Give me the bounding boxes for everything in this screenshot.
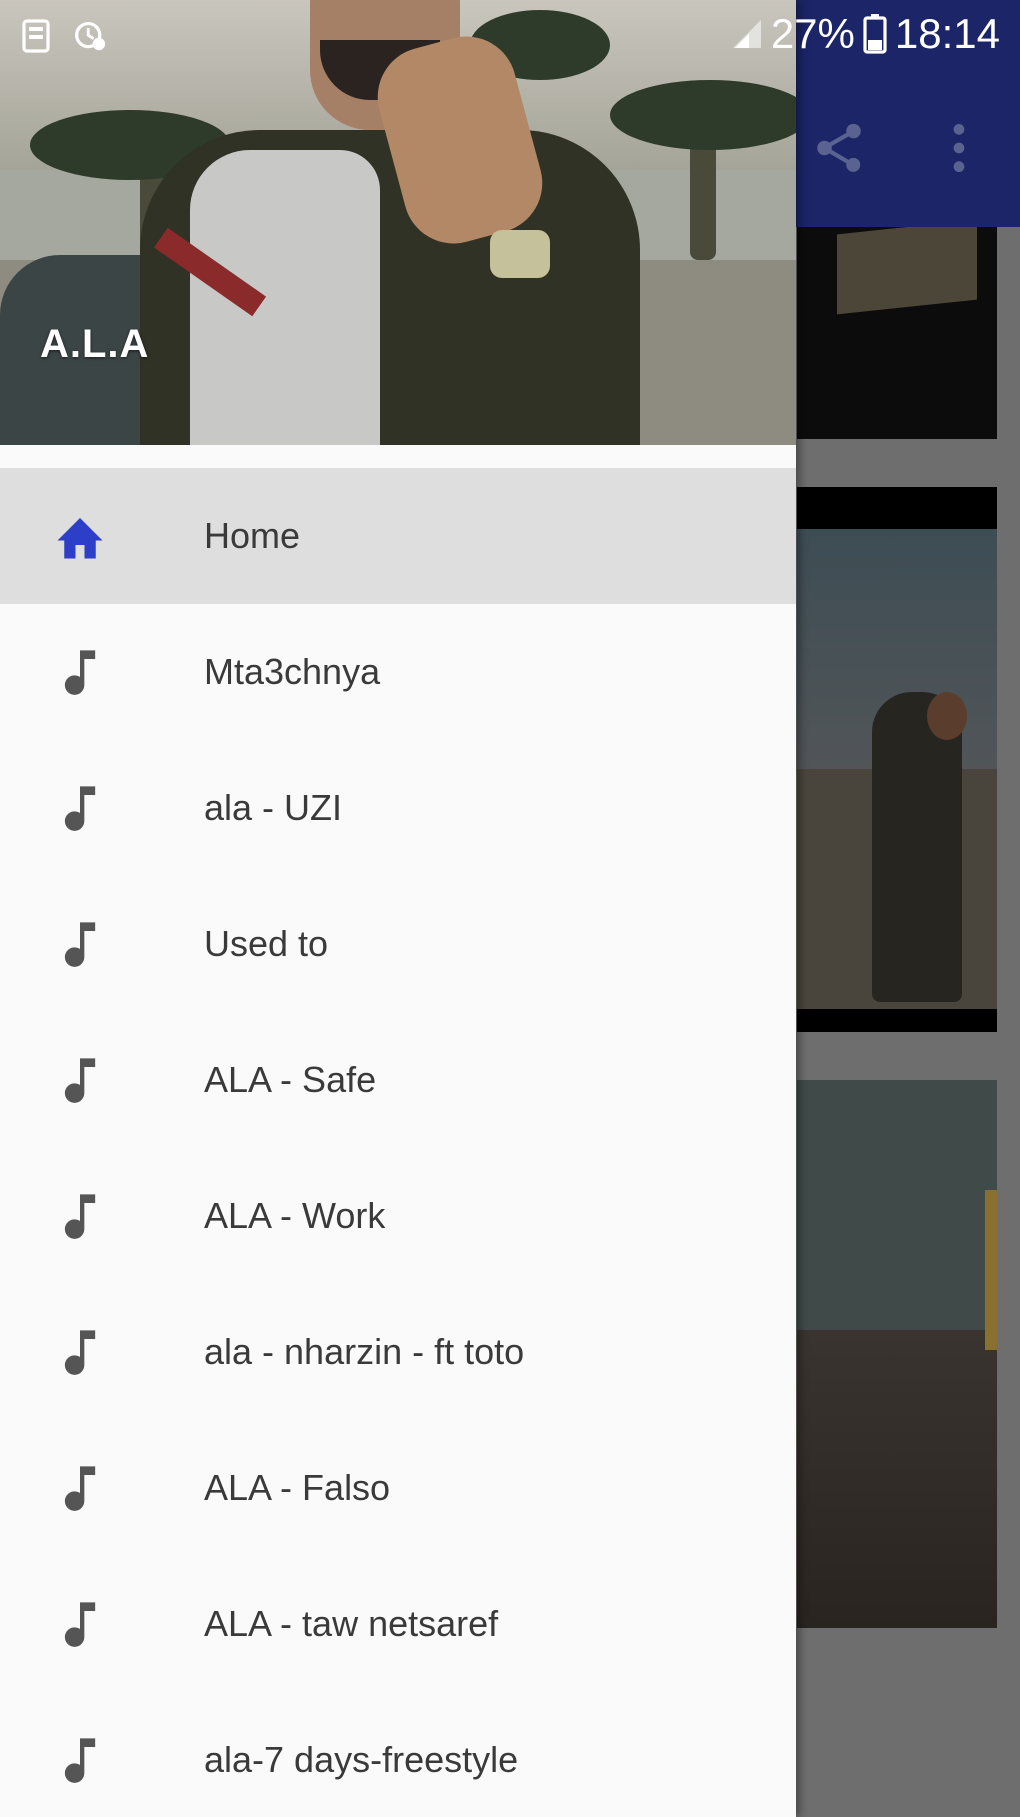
sync-icon [74,18,106,54]
video-thumbnail[interactable] [797,227,997,439]
drawer-item-song[interactable]: Mta3chnya [0,604,796,740]
drawer-item-song[interactable]: ALA - Work [0,1148,796,1284]
music-note-icon [50,1050,110,1110]
home-icon [50,506,110,566]
drawer-item-song[interactable]: Used to [0,876,796,1012]
music-note-icon [50,642,110,702]
navigation-drawer: A.L.A Home Mta3chnya ala - UZI Used to A… [0,0,796,1817]
drawer-item-label: ALA - Safe [204,1059,377,1100]
drawer-item-label: ala - nharzin - ft toto [204,1331,525,1372]
music-note-icon [50,1322,110,1382]
drawer-item-song[interactable]: ALA - Falso [0,1420,796,1556]
video-thumbnail[interactable] [797,487,997,1032]
drawer-item-label: ALA - Falso [204,1467,391,1508]
signal-icon [732,20,761,48]
status-bar: 27% 18:14 [0,0,1020,75]
drawer-item-song[interactable]: ala-7 days-freestyle [0,1692,796,1817]
drawer-item-song[interactable]: ala - nharzin - ft toto [0,1284,796,1420]
music-note-icon [50,1458,110,1518]
music-note-icon [50,914,110,974]
drawer-item-home[interactable]: Home [0,468,796,604]
music-note-icon [50,1730,110,1790]
overflow-menu-icon[interactable] [924,110,994,186]
share-icon[interactable] [804,110,874,186]
battery-percent: 27% [770,10,855,57]
drawer-item-song[interactable]: ALA - Safe [0,1012,796,1148]
drawer-item-label: Used to [204,923,329,964]
music-note-icon [50,1594,110,1654]
drawer-item-song[interactable]: ala - UZI [0,740,796,876]
drawer-menu: Home Mta3chnya ala - UZI Used to ALA - S… [0,468,796,1817]
drawer-item-label: Mta3chnya [204,651,381,692]
drawer-item-song[interactable]: ALA - taw netsaref [0,1556,796,1692]
music-note-icon [50,1186,110,1246]
screenshot-icon [20,18,52,54]
drawer-item-label: Home [204,515,301,556]
artist-name: A.L.A [40,322,150,366]
video-thumbnail[interactable] [797,1080,997,1628]
clock: 18:14 [894,10,1000,57]
battery-icon [863,14,887,54]
drawer-item-label: ala-7 days-freestyle [204,1739,519,1780]
drawer-item-label: ALA - taw netsaref [204,1603,499,1644]
music-note-icon [50,778,110,838]
drawer-item-label: ALA - Work [204,1195,386,1236]
drawer-item-label: ala - UZI [204,787,343,828]
